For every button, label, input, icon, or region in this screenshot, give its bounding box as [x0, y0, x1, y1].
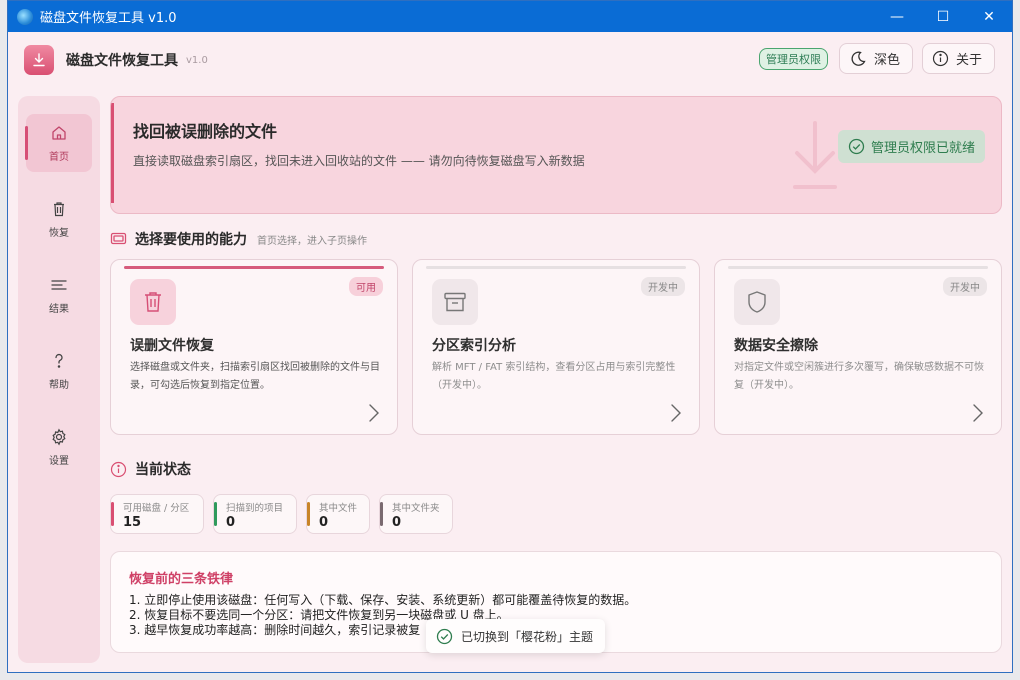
stat-color-bar [214, 502, 217, 526]
status-title: 当前状态 [135, 462, 191, 478]
card-description: 选择磁盘或文件夹，扫描索引扇区找回被删除的文件与目录，可勾选后恢复到指定位置。 [130, 362, 380, 391]
sidebar-item-results[interactable]: 结果 [26, 266, 92, 324]
header-actions: 管理员权限 深色 关于 [758, 43, 995, 74]
admin-ready-label: 管理员权限已就绪 [870, 141, 975, 156]
stat-color-bar [111, 502, 114, 526]
title-bar: 磁盘文件恢复工具 v1.0 — ☐ ✕ [8, 1, 1012, 32]
window-title: 磁盘文件恢复工具 v1.0 [40, 11, 177, 26]
stat-label: 扫描到的项目 [226, 503, 284, 514]
card-status-tag: 可用 [349, 277, 383, 296]
hero-title: 找回被误删除的文件 [133, 122, 278, 141]
info-icon [110, 461, 127, 477]
rules-title: 恢复前的三条铁律 [129, 572, 234, 587]
card-title: 分区索引分析 [432, 338, 516, 354]
sidebar-item-label: 首页 [49, 151, 69, 163]
about-label: 关于 [955, 53, 982, 68]
admin-badge: 管理员权限 [758, 47, 828, 70]
info-icon [932, 50, 949, 67]
admin-ready-badge: 管理员权限已就绪 [837, 130, 985, 163]
help-icon [55, 353, 63, 368]
chevron-right-icon [973, 404, 983, 422]
card-accent-line [426, 266, 686, 269]
card-title: 误删文件恢复 [130, 338, 214, 354]
list-icon [51, 279, 67, 290]
card-status-tag: 开发中 [641, 277, 685, 296]
check-circle-icon [436, 628, 453, 644]
about-button[interactable]: 关于 [921, 43, 995, 74]
capabilities-title: 选择要使用的能力 [135, 232, 247, 248]
minimize-button[interactable]: — [874, 1, 920, 32]
theme-toast: 已切换到「樱花粉」主题 [426, 619, 606, 653]
hero-accent-bar [111, 103, 114, 203]
sidebar-item-label: 结果 [49, 303, 69, 315]
card-title: 数据安全擦除 [734, 338, 818, 354]
stat-value: 15 [123, 515, 142, 530]
rule-item: 1. 立即停止使用该磁盘：任何写入（下载、保存、安装、系统更新）都可能覆盖待恢复… [129, 593, 637, 607]
theme-toggle-label: 深色 [873, 53, 900, 68]
trash-icon [54, 201, 64, 216]
stat-disks: 可用磁盘 / 分区 15 [110, 494, 204, 534]
toast-message: 已切换到「樱花粉」主题 [461, 629, 594, 644]
status-header: 当前状态 [110, 459, 191, 479]
download-logo-icon [24, 45, 54, 75]
stat-folders: 其中文件夹 0 [379, 494, 453, 534]
app-window-icon [17, 8, 33, 25]
app-header: 磁盘文件恢复工具 v1.0 管理员权限 深色 关于 [8, 32, 1012, 88]
shield-icon [734, 279, 780, 325]
card-description: 解析 MFT / FAT 索引结构，查看分区占用与索引完整性（开发中）。 [432, 362, 676, 391]
hero-banner: 找回被误删除的文件 直接读取磁盘索引扇区，找回未进入回收站的文件 —— 请勿向待… [110, 96, 1002, 214]
stat-color-bar [307, 502, 310, 526]
stat-color-bar [380, 502, 383, 526]
stat-value: 0 [226, 515, 236, 530]
moon-icon [851, 51, 866, 66]
capability-card-partition[interactable]: 开发中 分区索引分析 解析 MFT / FAT 索引结构，查看分区占用与索引完整… [412, 259, 700, 435]
sidebar-item-recover[interactable]: 恢复 [26, 190, 92, 248]
capabilities-subtitle: 首页选择，进入子页操作 [257, 235, 367, 247]
stat-label: 其中文件 [319, 503, 358, 514]
chevron-right-icon [671, 404, 681, 422]
stat-label: 可用磁盘 / 分区 [123, 503, 190, 514]
card-status-tag: 开发中 [943, 277, 987, 296]
maximize-button[interactable]: ☐ [920, 1, 966, 32]
sidebar-item-label: 恢复 [49, 227, 69, 239]
stat-value: 0 [392, 515, 402, 530]
card-accent-line [728, 266, 988, 269]
app-window: 磁盘文件恢复工具 v1.0 — ☐ ✕ 磁盘文件恢复工具 v1.0 管理员权限 … [7, 0, 1013, 673]
card-accent-line [124, 266, 384, 269]
stat-value: 0 [319, 515, 329, 530]
theme-toggle-button[interactable]: 深色 [838, 43, 913, 74]
close-button[interactable]: ✕ [966, 1, 1012, 32]
gear-icon [52, 428, 66, 445]
capability-card-wipe[interactable]: 开发中 数据安全擦除 对指定文件或空闲簇进行多次覆写，确保敏感数据不可恢复（开发… [714, 259, 1002, 435]
sidebar-item-home[interactable]: 首页 [25, 114, 92, 172]
sidebar: 首页 恢复 结果 帮助 设置 [18, 96, 100, 663]
sidebar-item-settings[interactable]: 设置 [26, 418, 92, 476]
chip-icon [110, 232, 127, 245]
capabilities-header: 选择要使用的能力 首页选择，进入子页操作 [110, 229, 367, 249]
chevron-right-icon [369, 404, 379, 422]
app-version: v1.0 [186, 54, 208, 66]
trash-icon [130, 279, 176, 325]
archive-icon [432, 279, 478, 325]
stat-label: 其中文件夹 [392, 503, 440, 514]
sidebar-item-label: 帮助 [49, 379, 69, 391]
check-circle-icon [848, 138, 865, 155]
app-name: 磁盘文件恢复工具 [66, 53, 178, 69]
sidebar-item-label: 设置 [49, 455, 69, 467]
stat-files: 其中文件 0 [306, 494, 370, 534]
download-watermark-icon [793, 121, 837, 189]
hero-description: 直接读取磁盘索引扇区，找回未进入回收站的文件 —— 请勿向待恢复磁盘写入新数据 [133, 154, 585, 168]
sidebar-item-help[interactable]: 帮助 [26, 342, 92, 400]
capability-card-recover[interactable]: 可用 误删文件恢复 选择磁盘或文件夹，扫描索引扇区找回被删除的文件与目录，可勾选… [110, 259, 398, 435]
home-icon [52, 125, 66, 140]
stat-scanned: 扫描到的项目 0 [213, 494, 297, 534]
card-description: 对指定文件或空闲簇进行多次覆写，确保敏感数据不可恢复（开发中）。 [734, 362, 984, 391]
